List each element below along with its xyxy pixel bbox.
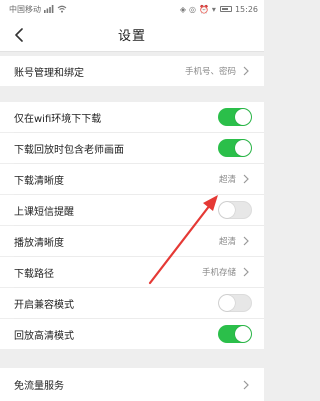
wifi-only-toggle[interactable] bbox=[218, 108, 252, 126]
hd-replay-toggle[interactable] bbox=[218, 325, 252, 343]
settings-row-include-teacher: 下载回放时包含老师画面 bbox=[0, 133, 264, 163]
row-label: 下载清晰度 bbox=[14, 175, 64, 187]
status-bar-right: ◈ ◎ ⏰ ▾ 15:26 bbox=[180, 5, 258, 14]
notification-icon: ◈ bbox=[179, 4, 186, 14]
clock: 15:26 bbox=[234, 4, 258, 14]
network-icon: ▾ bbox=[211, 4, 216, 14]
status-bar-left: 中国移动 bbox=[9, 4, 67, 15]
row-label: 播放清晰度 bbox=[14, 237, 64, 249]
status-bar: 中国移动 ◈ ◎ ⏰ ▾ 15:26 bbox=[0, 0, 264, 18]
settings-row-free-data[interactable]: 免流量服务 bbox=[0, 368, 264, 401]
wifi-icon bbox=[57, 5, 67, 13]
carrier-name: 中国移动 bbox=[9, 4, 41, 14]
toggle-knob bbox=[235, 140, 251, 156]
include-teacher-toggle[interactable] bbox=[218, 139, 252, 157]
row-label: 开启兼容模式 bbox=[14, 299, 74, 311]
settings-row-download-path[interactable]: 下载路径 手机存储 bbox=[0, 257, 264, 287]
row-value: 手机存储 bbox=[201, 268, 236, 278]
row-value: 超清 bbox=[218, 175, 236, 185]
back-button[interactable] bbox=[9, 25, 29, 45]
settings-row-play-quality[interactable]: 播放清晰度 超清 bbox=[0, 226, 264, 256]
row-label: 仅在wifi环境下下载 bbox=[14, 113, 102, 125]
settings-row-download-quality[interactable]: 下载清晰度 超清 bbox=[0, 164, 264, 194]
row-label: 账号管理和绑定 bbox=[14, 67, 84, 79]
chevron-right-icon bbox=[242, 174, 250, 184]
chevron-right-icon bbox=[242, 267, 250, 277]
silent-icon: ◎ bbox=[188, 4, 196, 14]
settings-row-compat-mode: 开启兼容模式 bbox=[0, 288, 264, 318]
toggle-knob bbox=[219, 295, 235, 311]
row-label: 免流量服务 bbox=[14, 381, 64, 392]
compat-mode-toggle[interactable] bbox=[218, 294, 252, 312]
battery-icon bbox=[219, 6, 232, 12]
toggle-knob bbox=[235, 109, 251, 125]
toggle-knob bbox=[219, 202, 235, 218]
settings-row-hd-replay: 回放高清模式 bbox=[0, 319, 264, 349]
row-label: 下载回放时包含老师画面 bbox=[14, 144, 124, 156]
page-title: 设置 bbox=[117, 29, 146, 44]
row-label: 上课短信提醒 bbox=[14, 206, 74, 218]
row-label: 下载路径 bbox=[14, 268, 54, 280]
settings-row-wifi-only: 仅在wifi环境下下载 bbox=[0, 102, 264, 132]
sms-reminder-toggle[interactable] bbox=[218, 201, 252, 219]
chevron-right-icon bbox=[242, 380, 250, 390]
chevron-right-icon bbox=[242, 66, 250, 76]
settings-row-account[interactable]: 账号管理和绑定 手机号、密码 bbox=[0, 56, 264, 86]
row-label: 回放高清模式 bbox=[14, 330, 74, 342]
alarm-icon: ⏰ bbox=[198, 4, 209, 14]
row-value: 超清 bbox=[218, 237, 236, 247]
row-value: 手机号、密码 bbox=[184, 67, 236, 77]
nav-bar: 设置 bbox=[0, 18, 264, 52]
chevron-right-icon bbox=[242, 236, 250, 246]
back-arrow-icon bbox=[15, 28, 23, 42]
signal-icon bbox=[44, 5, 54, 13]
settings-row-sms-reminder: 上课短信提醒 bbox=[0, 195, 264, 225]
toggle-knob bbox=[235, 326, 251, 342]
